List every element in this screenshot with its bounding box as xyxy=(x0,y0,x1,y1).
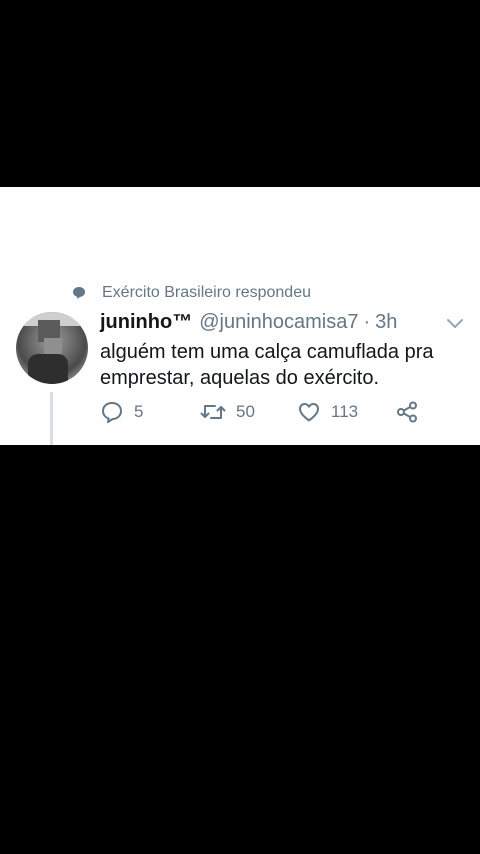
retweet-button[interactable]: 50 xyxy=(200,399,255,425)
tweet-text-line-1: alguém tem uma calça camuflada pra xyxy=(100,341,434,363)
like-count: 113 xyxy=(331,402,359,421)
like-button[interactable]: 113 xyxy=(297,399,358,425)
retweet-icon xyxy=(200,400,226,424)
reply-icon xyxy=(100,400,124,424)
chevron-down-icon[interactable] xyxy=(446,317,464,329)
separator-dot: · xyxy=(363,311,371,333)
tweet-card[interactable]: Exército Brasileiro respondeu juninho™ @… xyxy=(0,187,480,445)
avatar[interactable] xyxy=(16,312,88,384)
reply-button[interactable]: 5 xyxy=(100,399,143,425)
share-icon xyxy=(396,401,418,423)
tweet-header: juninho™ @juninhocamisa7 · 3h xyxy=(100,311,397,334)
tweet-text: alguém tem uma calça camuflada pra empre… xyxy=(100,339,460,391)
display-name[interactable]: juninho™ xyxy=(100,311,192,334)
speech-bubble-icon xyxy=(72,286,86,300)
tweet-text-line-2: emprestar, aquelas do exército. xyxy=(100,367,380,389)
tweet-actions: 5 50 113 xyxy=(100,399,430,425)
reply-context: Exército Brasileiro respondeu xyxy=(72,283,311,303)
reply-context-text: Exército Brasileiro respondeu xyxy=(102,284,311,301)
timestamp[interactable]: 3h xyxy=(375,311,397,334)
retweet-count: 50 xyxy=(236,402,255,421)
share-button[interactable] xyxy=(396,399,418,425)
reply-count: 5 xyxy=(134,402,144,421)
user-handle[interactable]: @juninhocamisa7 xyxy=(199,311,358,334)
heart-icon xyxy=(297,400,321,424)
thread-line xyxy=(50,392,53,445)
